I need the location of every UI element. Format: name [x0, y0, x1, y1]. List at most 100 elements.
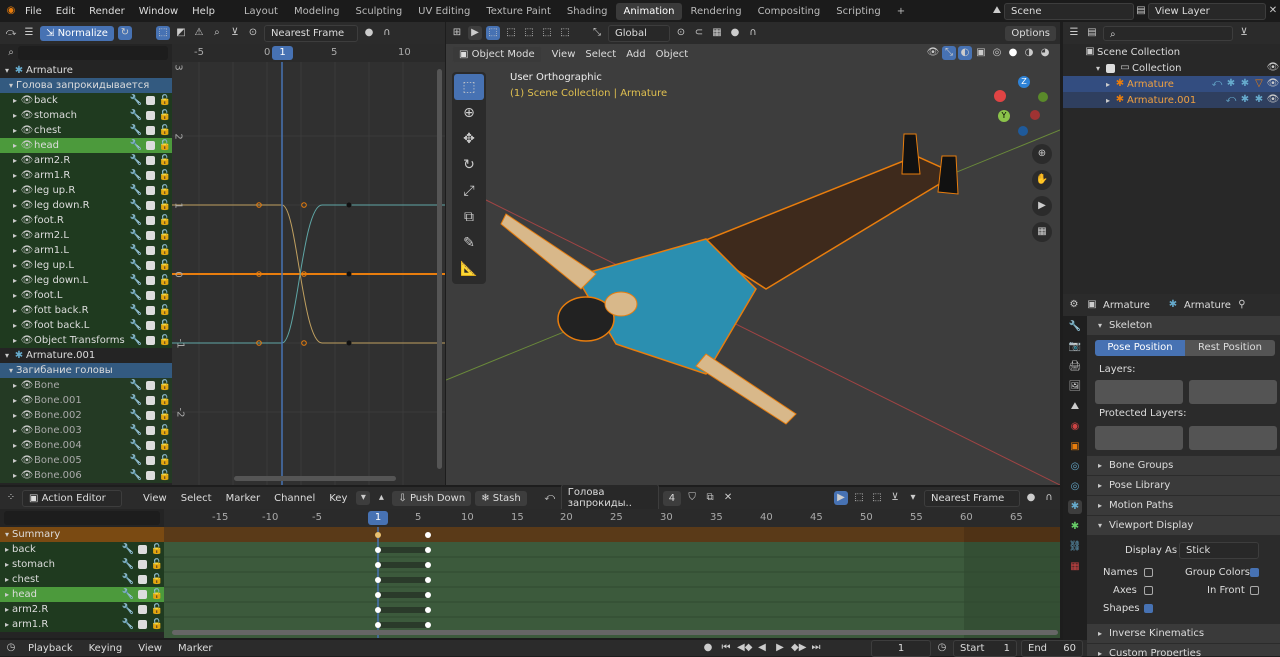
falloff-icon[interactable]: ∩	[380, 26, 394, 40]
lock-icon[interactable]: 🔓	[158, 304, 172, 318]
current-frame-field[interactable]: 1	[871, 639, 931, 657]
expand-icon[interactable]: ▸	[10, 336, 20, 345]
rotate-tool-icon[interactable]: ↻	[454, 152, 484, 178]
display-as-selector[interactable]: Stick	[1179, 542, 1259, 559]
channel-row[interactable]: ▸ 👁 arm2.L 🔧 🔓	[0, 228, 172, 243]
visibility-eye-icon[interactable]: 👁	[20, 469, 34, 483]
channel-row[interactable]: ▾ Загибание головы	[0, 363, 172, 378]
measure-tool-icon[interactable]: 📐	[454, 256, 484, 282]
lock-icon[interactable]: 🔓	[158, 184, 172, 198]
lock-icon[interactable]: 🔓	[158, 124, 172, 138]
channel-mute-checkbox[interactable]	[146, 291, 155, 300]
modifier-wrench-icon[interactable]: 🔧	[129, 304, 143, 318]
push-down-button[interactable]: ⇩ Push Down	[392, 490, 472, 506]
action-selector[interactable]: Голова запрокиды..	[560, 484, 659, 512]
unlink-action-icon[interactable]: ✕	[721, 491, 735, 505]
lock-icon[interactable]: 🔓	[158, 394, 172, 408]
pin-icon[interactable]: ⚲	[1235, 298, 1249, 312]
visibility-eye-icon[interactable]: 👁	[20, 439, 34, 453]
select-icon[interactable]: ⬚	[155, 26, 170, 40]
motion-paths-section[interactable]: ▸ Motion Paths	[1087, 496, 1280, 516]
world-tab-icon[interactable]: ◉	[1068, 420, 1082, 434]
expand-icon[interactable]: ▸	[10, 471, 20, 480]
lock-icon[interactable]: 🔓	[158, 109, 172, 123]
menu-window[interactable]: Window	[132, 6, 185, 17]
bone-constraint-tab-icon[interactable]: ⛓	[1068, 540, 1082, 554]
channel-mute-checkbox[interactable]	[146, 456, 155, 465]
prev-keyframe-icon[interactable]: ◀◆	[737, 641, 752, 655]
expand-icon[interactable]: ▾	[2, 351, 12, 360]
expand-icon[interactable]: ▸	[10, 186, 20, 195]
expand-icon[interactable]: ▸	[10, 396, 20, 405]
channel-row[interactable]: ▸ 👁 Object Transforms 🔧 🔓	[0, 333, 172, 348]
channel-mute-checkbox[interactable]	[146, 156, 155, 165]
visibility-eye-icon[interactable]: 👁	[20, 109, 34, 123]
view-layer-selector[interactable]: View Layer	[1148, 2, 1266, 20]
timeline-type-icon[interactable]: ◷	[4, 641, 18, 655]
interpolation-snap-selector[interactable]: Nearest Frame	[263, 24, 358, 42]
axes-checkbox[interactable]	[1144, 586, 1153, 595]
stash-button[interactable]: ❄ Stash	[475, 490, 527, 506]
channel-mute-checkbox[interactable]	[146, 381, 155, 390]
render-tab-icon[interactable]: 📷	[1068, 340, 1082, 354]
protected-layers-grid-2[interactable]	[1189, 426, 1277, 450]
channel-mute-checkbox[interactable]	[138, 545, 147, 554]
visibility-eye-icon[interactable]: 👁	[20, 154, 34, 168]
channel-row[interactable]: ▸ 👁 Bone.004 🔧 🔓	[0, 438, 172, 453]
channel-row[interactable]: ▸ 👁 Bone.001 🔧 🔓	[0, 393, 172, 408]
visibility-eye-icon[interactable]: 👁	[20, 409, 34, 423]
lock-icon[interactable]: 🔓	[158, 259, 172, 273]
expand-icon[interactable]: ▸	[10, 411, 20, 420]
proportional-falloff-icon[interactable]: ∩	[746, 26, 760, 40]
visibility-eye-icon[interactable]: 👁	[20, 184, 34, 198]
armature-icon[interactable]: ✱	[12, 64, 26, 78]
timeline-menu-keying[interactable]: Keying	[83, 643, 129, 654]
action-browse-icon[interactable]: ⤺	[543, 491, 557, 505]
transform-tool-icon[interactable]: ⧉	[454, 204, 484, 230]
action-snap-selector[interactable]: Nearest Frame	[924, 489, 1020, 507]
action-select-icon[interactable]: ▶	[834, 491, 848, 505]
gizmo-neg-y-axis[interactable]	[1038, 92, 1048, 102]
action-menu-marker[interactable]: Marker	[221, 493, 266, 504]
add-workspace-button[interactable]: +	[889, 3, 913, 20]
tab-scripting[interactable]: Scripting	[828, 3, 888, 20]
select-intersect-icon[interactable]: ⬚	[558, 26, 572, 40]
tab-compositing[interactable]: Compositing	[750, 3, 829, 20]
channel-row[interactable]: ▸ 👁 foot.L 🔧 🔓	[0, 288, 172, 303]
action-menu-channel[interactable]: Channel	[269, 493, 320, 504]
visibility-eye-icon[interactable]: 👁	[1266, 93, 1280, 107]
modifier-wrench-icon[interactable]: 🔧	[129, 289, 143, 303]
channel-mute-checkbox[interactable]	[146, 321, 155, 330]
modifier-wrench-icon[interactable]: 🔧	[129, 439, 143, 453]
channel-mute-checkbox[interactable]	[146, 276, 155, 285]
gizmo-z-axis[interactable]: Z	[1018, 76, 1030, 88]
bone-tab-icon[interactable]: ✱	[1068, 520, 1082, 534]
channel-search-input[interactable]	[18, 46, 168, 60]
bone-groups-section[interactable]: ▸ Bone Groups	[1087, 456, 1280, 476]
visibility-eye-icon[interactable]: 👁	[1266, 77, 1280, 91]
channel-mute-checkbox[interactable]	[146, 426, 155, 435]
channel-mute-checkbox[interactable]	[146, 396, 155, 405]
lock-icon[interactable]: 🔓	[158, 409, 172, 423]
outliner-search-input[interactable]: ⌕	[1103, 25, 1233, 41]
action-channel-row[interactable]: ▸ arm2.R 🔧 🔓	[0, 602, 164, 617]
visibility-eye-icon[interactable]: 👁	[20, 394, 34, 408]
modifier-wrench-icon[interactable]: 🔧	[121, 618, 135, 632]
texture-tab-icon[interactable]: ▦	[1068, 560, 1082, 574]
modifier-wrench-icon[interactable]: 🔧	[129, 94, 143, 108]
channel-mute-checkbox[interactable]	[146, 96, 155, 105]
action-channel-row[interactable]: ▸ stomach 🔧 🔓	[0, 557, 164, 572]
graph-vertical-scrollbar[interactable]	[437, 69, 442, 469]
visibility-eye-icon[interactable]: 👁	[20, 244, 34, 258]
modifier-wrench-icon[interactable]: 🔧	[129, 184, 143, 198]
modifier-wrench-icon[interactable]: 🔧	[129, 454, 143, 468]
visibility-eye-icon[interactable]: 👁	[20, 169, 34, 183]
expand-icon[interactable]: ▸	[1103, 80, 1113, 89]
visibility-eye-icon[interactable]: 👁	[20, 304, 34, 318]
layers-grid-2[interactable]	[1189, 380, 1277, 404]
action-horizontal-scrollbar[interactable]	[172, 630, 1058, 635]
expand-icon[interactable]: ▸	[10, 246, 20, 255]
action-channel-row[interactable]: ▸ back 🔧 🔓	[0, 542, 164, 557]
jump-start-icon[interactable]: ⏮	[719, 641, 733, 655]
next-keyframe-icon[interactable]: ◆▶	[791, 641, 806, 655]
